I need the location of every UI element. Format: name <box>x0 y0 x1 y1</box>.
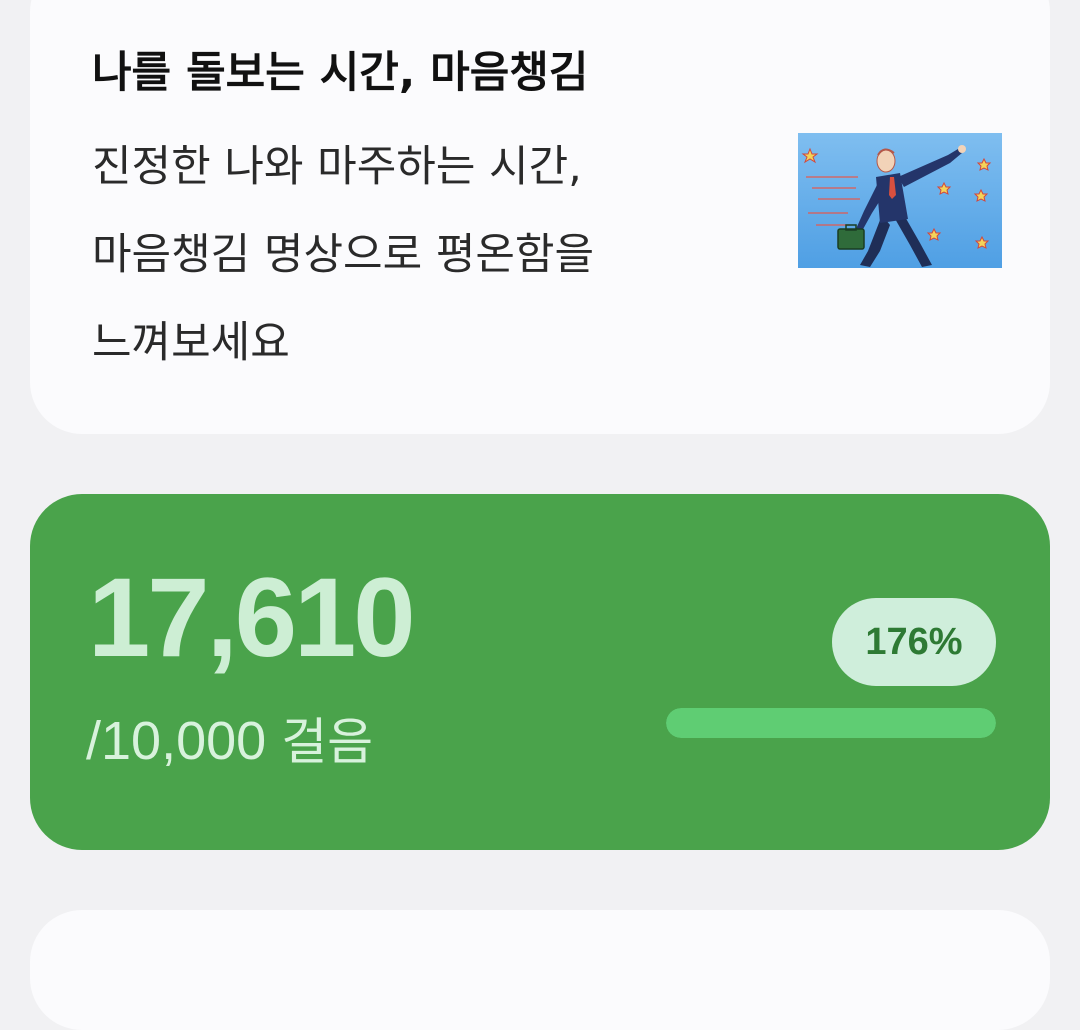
mindfulness-card[interactable]: 나를 돌보는 시간, 마음챙김 진정한 나와 마주하는 시간, 마음챙김 명상으… <box>30 0 1050 434</box>
mindfulness-description-line: 느껴보세요 <box>92 318 290 368</box>
mindfulness-title: 나를 돌보는 시간, 마음챙김 <box>92 48 589 98</box>
mindfulness-description-line: 진정한 나와 마주하는 시간, <box>92 142 582 192</box>
mindfulness-description-line: 마음챙김 명상으로 평온함을 <box>92 230 595 280</box>
mindfulness-description: 진정한 나와 마주하는 시간, 마음챙김 명상으로 평온함을 느껴보세요 <box>92 123 752 387</box>
step-goal: /10,000 걸음 <box>86 714 373 768</box>
steps-card[interactable]: 17,610 /10,000 걸음 176% <box>30 494 1050 850</box>
step-percent-badge: 176% <box>832 598 996 686</box>
walking-businessman-illustration <box>798 133 1002 268</box>
step-goal-value: /10,000 <box>86 711 267 771</box>
step-unit: 걸음 <box>281 713 374 771</box>
step-count: 17,610 <box>88 555 416 680</box>
step-progress-bar <box>666 708 996 738</box>
step-progress-fill <box>666 708 996 738</box>
next-card[interactable] <box>30 910 1050 1030</box>
